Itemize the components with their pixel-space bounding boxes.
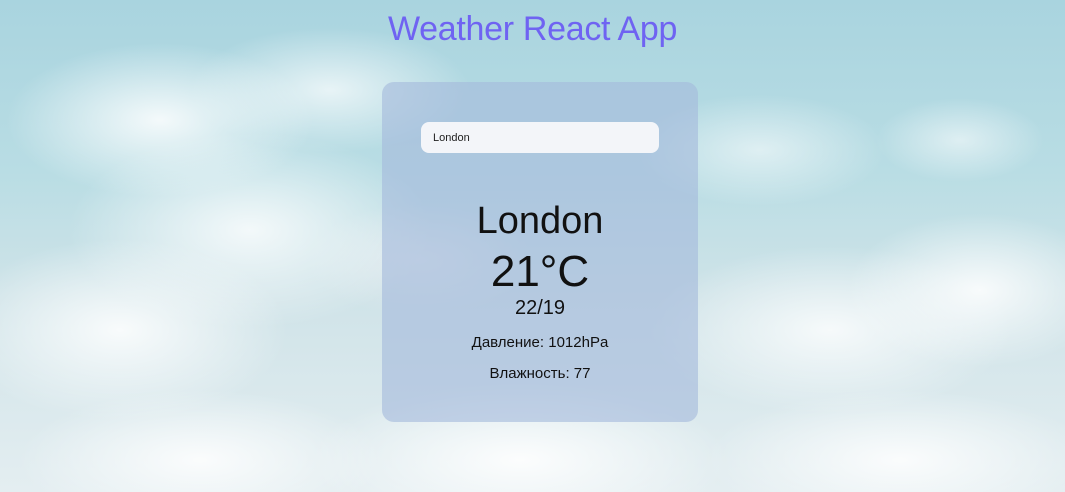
city-search-input[interactable] [421,122,659,153]
city-name: London [476,200,604,242]
pressure-row: Давление: 1012hPa [382,334,698,351]
humidity-value: 77 [573,365,591,382]
temperature-min-max: 22/19 [514,297,566,319]
weather-card: London 21°C 22/19 Давление: 1012hPa Влаж… [382,82,698,422]
pressure-value: 1012hPa [548,334,609,351]
temperature: 21°C [490,247,590,296]
pressure-label: Давление: [471,334,545,351]
humidity-row: Влажность: 77 [382,365,698,382]
app-title: Weather React App [387,10,678,48]
humidity-label: Влажность: [489,365,570,382]
